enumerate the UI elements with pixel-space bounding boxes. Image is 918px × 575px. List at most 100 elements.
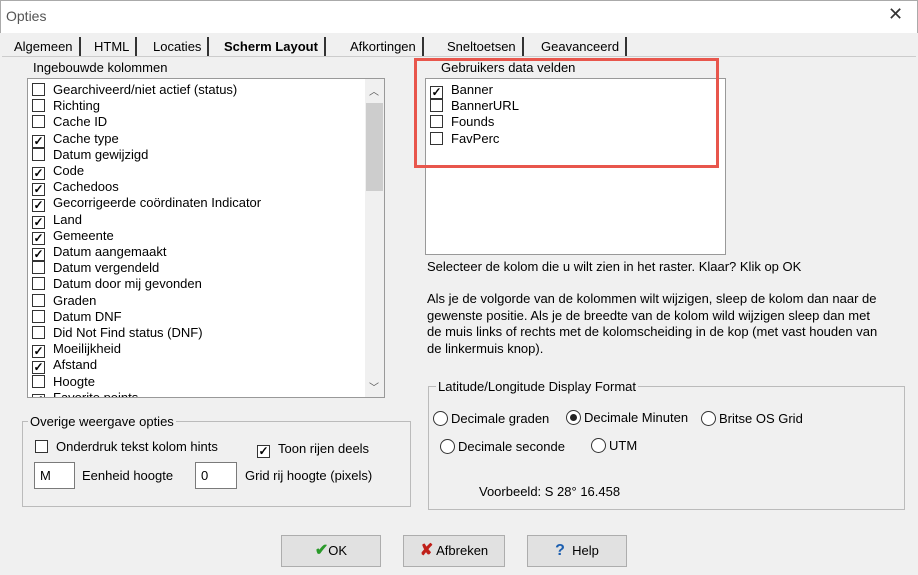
list-item-label: Hoogte bbox=[53, 373, 95, 389]
unit-height-input[interactable]: M bbox=[34, 462, 75, 489]
checkbox[interactable]: ✓ bbox=[32, 361, 45, 375]
list-item-label: Land bbox=[53, 211, 82, 227]
list-item-label: Datum DNF bbox=[53, 308, 122, 324]
user-fields-label: Gebruikers data velden bbox=[441, 60, 576, 75]
radio-option[interactable]: Decimale graden bbox=[433, 411, 549, 426]
tab-sneltoetsen[interactable]: Sneltoetsen bbox=[441, 37, 524, 57]
scroll-up-icon[interactable]: ︿ bbox=[369, 83, 379, 98]
list-item-label: Datum door mij gevonden bbox=[53, 276, 202, 292]
list-item[interactable]: Graden bbox=[32, 293, 96, 309]
question-icon: ? bbox=[555, 542, 565, 559]
list-item-label: Gearchiveerd/niet actief (status) bbox=[53, 82, 238, 97]
tab-geavanceerd[interactable]: Geavanceerd bbox=[535, 37, 628, 57]
list-item[interactable]: Datum door mij gevonden bbox=[32, 276, 202, 292]
checkbox-label: Onderdruk tekst kolom hints bbox=[56, 439, 218, 454]
list-item[interactable]: Datum vergendeld bbox=[32, 260, 159, 276]
checkbox[interactable]: ✓ bbox=[32, 231, 45, 245]
list-item[interactable]: ✓ Cache type bbox=[32, 131, 119, 148]
radio-option[interactable]: Britse OS Grid bbox=[701, 411, 803, 426]
checkbox[interactable] bbox=[32, 83, 45, 96]
tab-algemeen[interactable]: Algemeen bbox=[8, 37, 81, 57]
show-rows-checkbox[interactable]: ✓ Toon rijen deels bbox=[257, 441, 369, 458]
checkbox[interactable]: ✓ bbox=[32, 183, 45, 197]
help-text-reorder: Als je de volgorde van de kolommen wilt … bbox=[427, 291, 878, 356]
radio-button[interactable] bbox=[701, 411, 716, 426]
checkbox[interactable]: ✓ bbox=[32, 215, 45, 229]
checkbox-label: Toon rijen deels bbox=[278, 441, 370, 456]
checkbox[interactable]: ✓ bbox=[32, 134, 45, 148]
tab-locaties[interactable]: Locaties bbox=[147, 37, 210, 57]
other-options-label: Overige weergave opties bbox=[28, 414, 176, 429]
radio-button[interactable] bbox=[440, 439, 455, 454]
list-item-label: Datum aangemaakt bbox=[53, 244, 167, 259]
list-item[interactable]: Did Not Find status (DNF) bbox=[32, 325, 203, 341]
unit-height-label: Eenheid hoogte bbox=[82, 468, 174, 483]
suppress-hints-checkbox[interactable]: Onderdruk tekst kolom hints bbox=[35, 439, 218, 454]
list-item-label: Code bbox=[53, 163, 85, 178]
help-text-select: Selecteer de kolom die u wilt zien in he… bbox=[427, 259, 802, 274]
list-item[interactable]: ✓ Afstand bbox=[32, 357, 97, 375]
checkbox[interactable] bbox=[32, 115, 45, 129]
list-item[interactable]: ✓ Moeilijkheid bbox=[32, 341, 121, 359]
list-item[interactable]: ✓ Gemeente bbox=[32, 228, 114, 245]
help-button[interactable]: ? Help bbox=[527, 535, 627, 567]
list-item[interactable]: Cache ID bbox=[32, 114, 107, 130]
list-item[interactable]: ✓ Land bbox=[32, 211, 82, 229]
checkbox[interactable]: ✓ bbox=[32, 248, 45, 261]
scrollbar[interactable]: ︿ ﹀ bbox=[365, 79, 384, 397]
tab-afkortingen[interactable]: Afkortingen bbox=[344, 37, 424, 57]
close-icon[interactable]: ✕ bbox=[888, 4, 903, 25]
window-title: Opties bbox=[6, 8, 47, 24]
list-item[interactable]: ✓ Cachedoos bbox=[32, 179, 119, 197]
builtin-columns-list[interactable]: Gearchiveerd/niet actief (status) Richtin… bbox=[27, 78, 385, 398]
checkbox[interactable]: ✓ bbox=[32, 345, 45, 359]
tab-html[interactable]: HTML bbox=[88, 37, 138, 57]
checkbox[interactable]: ✓ bbox=[32, 393, 45, 397]
checkbox[interactable] bbox=[32, 293, 45, 307]
checkbox[interactable] bbox=[35, 440, 48, 453]
radio-option[interactable]: Decimale Minuten bbox=[566, 410, 688, 425]
cancel-label: Afbreken bbox=[436, 543, 489, 558]
checkbox[interactable] bbox=[32, 326, 45, 339]
list-item[interactable]: Hoogte bbox=[32, 374, 95, 390]
list-item-label: Favorite points bbox=[53, 389, 139, 398]
list-item[interactable]: ✓ Gecorrigeerde coördinaten Indicator bbox=[32, 195, 261, 213]
checkbox[interactable] bbox=[32, 99, 45, 113]
checkmark-icon: ✔ bbox=[314, 542, 329, 559]
list-item-label: Datum vergendeld bbox=[53, 260, 160, 276]
checkbox[interactable] bbox=[32, 374, 45, 388]
radio-label: Decimale seconde bbox=[458, 439, 565, 454]
scroll-down-icon[interactable]: ﹀ bbox=[369, 379, 379, 394]
list-item-label: Moeilijkheid bbox=[53, 341, 121, 357]
radio-button[interactable] bbox=[591, 438, 606, 453]
scroll-thumb[interactable] bbox=[366, 103, 383, 191]
checkbox[interactable]: ✓ bbox=[32, 199, 45, 213]
list-item[interactable]: Datum DNF bbox=[32, 309, 122, 325]
radio-button[interactable] bbox=[566, 410, 581, 425]
list-item[interactable]: Gearchiveerd/niet actief (status) bbox=[32, 82, 237, 98]
list-item[interactable]: ✓ Favorite points bbox=[32, 389, 139, 398]
checkbox[interactable] bbox=[32, 309, 45, 323]
list-item-label: Datum gewijzigd bbox=[53, 146, 149, 162]
radio-label: Decimale graden bbox=[451, 411, 550, 426]
list-item[interactable]: ✓ Code bbox=[32, 163, 85, 180]
list-item[interactable]: Datum gewijzigd bbox=[32, 147, 148, 163]
radio-button[interactable] bbox=[433, 411, 448, 426]
list-item-label: Richting bbox=[53, 98, 100, 114]
radio-label: Britse OS Grid bbox=[719, 411, 803, 426]
checkbox[interactable] bbox=[32, 147, 45, 161]
list-item[interactable]: ✓ Datum aangemaakt bbox=[32, 244, 167, 261]
checkbox[interactable]: ✓ bbox=[257, 445, 270, 458]
ok-button[interactable]: ✔OK bbox=[281, 535, 381, 567]
grid-row-height-label: Grid rij hoogte (pixels) bbox=[245, 468, 373, 483]
checkbox[interactable] bbox=[32, 277, 45, 291]
checkbox[interactable]: ✓ bbox=[32, 167, 45, 180]
cancel-button[interactable]: ✘ Afbreken bbox=[403, 535, 505, 567]
radio-option[interactable]: UTM bbox=[591, 438, 637, 453]
checkbox[interactable] bbox=[32, 261, 45, 275]
grid-row-height-input[interactable]: 0 bbox=[195, 462, 237, 489]
builtin-columns-label: Ingebouwde kolommen bbox=[33, 60, 168, 75]
radio-option[interactable]: Decimale seconde bbox=[440, 439, 565, 454]
tab-scherm-layout[interactable]: Scherm Layout bbox=[218, 37, 326, 57]
list-item[interactable]: Richting bbox=[32, 98, 100, 114]
